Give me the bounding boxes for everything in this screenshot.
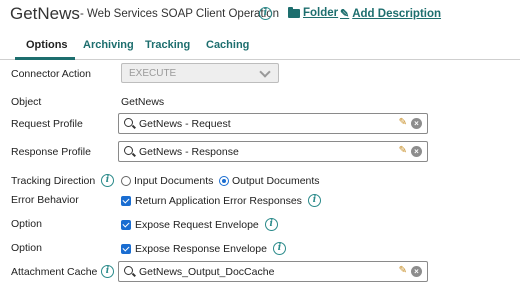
- add-description-link[interactable]: ✎ Add Description: [340, 7, 442, 21]
- option-label: Option: [11, 218, 42, 230]
- connector-action-value: EXECUTE: [129, 68, 177, 79]
- folder-icon: [288, 7, 300, 18]
- info-icon[interactable]: i: [259, 7, 272, 20]
- return-error-responses-label: Return Application Error Responses: [135, 194, 302, 207]
- option-request-envelope-row: Option Expose Request Envelope i: [0, 213, 520, 237]
- folder-link[interactable]: Folder: [288, 7, 338, 19]
- output-documents-option[interactable]: Output Documents: [219, 175, 320, 187]
- expose-request-envelope-option[interactable]: Expose Request Envelope i: [121, 218, 278, 231]
- tracking-direction-label: Tracking Direction: [11, 175, 96, 187]
- return-error-responses-checkbox[interactable]: [121, 195, 131, 206]
- request-profile-label: Request Profile: [11, 118, 83, 130]
- object-label: Object: [11, 96, 42, 108]
- object-value: GetNews: [121, 96, 165, 108]
- attachment-cache-label: Attachment Cache: [11, 266, 98, 278]
- option-label: Option: [11, 242, 42, 254]
- input-documents-option[interactable]: Input Documents: [121, 175, 213, 187]
- expose-request-envelope-label: Expose Request Envelope: [135, 218, 259, 231]
- pencil-icon[interactable]: ✎: [399, 117, 407, 128]
- error-behavior-label: Error Behavior: [11, 194, 79, 206]
- active-tab-indicator: [15, 57, 75, 60]
- page-header: GetNews - Web Services SOAP Client Opera…: [0, 0, 520, 30]
- chevron-down-icon: [259, 66, 271, 78]
- clear-icon[interactable]: ×: [411, 118, 422, 129]
- input-documents-label: Input Documents: [134, 175, 214, 187]
- expose-request-envelope-checkbox[interactable]: [121, 219, 131, 230]
- search-icon: [124, 266, 133, 275]
- info-icon[interactable]: i: [264, 218, 278, 231]
- response-profile-field[interactable]: GetNews - Response ✎ ×: [118, 141, 428, 162]
- connector-action-row: Connector Action EXECUTE: [0, 63, 520, 87]
- clear-icon[interactable]: ×: [411, 146, 422, 157]
- response-profile-value: GetNews - Response: [139, 146, 239, 158]
- tab-archiving[interactable]: Archiving: [83, 39, 134, 51]
- expose-response-envelope-checkbox[interactable]: [121, 243, 131, 254]
- folder-link-label: Folder: [303, 7, 339, 19]
- option-response-envelope-row: Option Expose Response Envelope i: [0, 237, 520, 261]
- attachment-cache-field[interactable]: GetNews_Output_DocCache ✎ ×: [118, 261, 428, 282]
- tab-caching[interactable]: Caching: [206, 39, 249, 51]
- expose-response-envelope-label: Expose Response Envelope: [135, 242, 267, 255]
- output-documents-radio[interactable]: [219, 176, 229, 186]
- output-documents-label: Output Documents: [232, 175, 320, 187]
- object-row: Object GetNews: [0, 91, 520, 115]
- return-error-responses-option[interactable]: Return Application Error Responses i: [121, 194, 321, 207]
- page-subtitle: - Web Services SOAP Client Operation: [80, 8, 279, 20]
- info-icon[interactable]: i: [101, 265, 114, 278]
- request-profile-value: GetNews - Request: [139, 118, 231, 130]
- connector-action-label: Connector Action: [11, 68, 91, 80]
- connector-action-select[interactable]: EXECUTE: [121, 63, 279, 83]
- request-profile-field[interactable]: GetNews - Request ✎ ×: [118, 113, 428, 134]
- clear-icon[interactable]: ×: [411, 266, 422, 277]
- add-description-label: Add Description: [352, 7, 442, 20]
- attachment-cache-value: GetNews_Output_DocCache: [139, 266, 275, 278]
- expose-response-envelope-option[interactable]: Expose Response Envelope i: [121, 242, 286, 255]
- input-documents-radio[interactable]: [121, 176, 131, 186]
- page-title: GetNews: [10, 4, 80, 23]
- pencil-icon[interactable]: ✎: [399, 265, 407, 276]
- search-icon: [124, 118, 133, 127]
- response-profile-row: Response Profile GetNews - Response ✎ ×: [0, 141, 520, 165]
- info-icon[interactable]: i: [307, 194, 321, 207]
- pencil-icon[interactable]: ✎: [399, 145, 407, 156]
- tab-tracking[interactable]: Tracking: [145, 39, 190, 51]
- request-profile-row: Request Profile GetNews - Request ✎ ×: [0, 113, 520, 137]
- attachment-cache-row: Attachment Cache i GetNews_Output_DocCac…: [0, 261, 520, 285]
- info-icon[interactable]: i: [272, 242, 286, 255]
- response-profile-label: Response Profile: [11, 146, 91, 158]
- error-behavior-row: Error Behavior Return Application Error …: [0, 189, 520, 213]
- tab-options[interactable]: Options: [26, 39, 68, 51]
- info-icon[interactable]: i: [101, 174, 114, 187]
- search-icon: [124, 146, 133, 155]
- pencil-icon: ✎: [340, 8, 350, 20]
- tab-bar: Options Archiving Tracking Caching: [0, 36, 520, 60]
